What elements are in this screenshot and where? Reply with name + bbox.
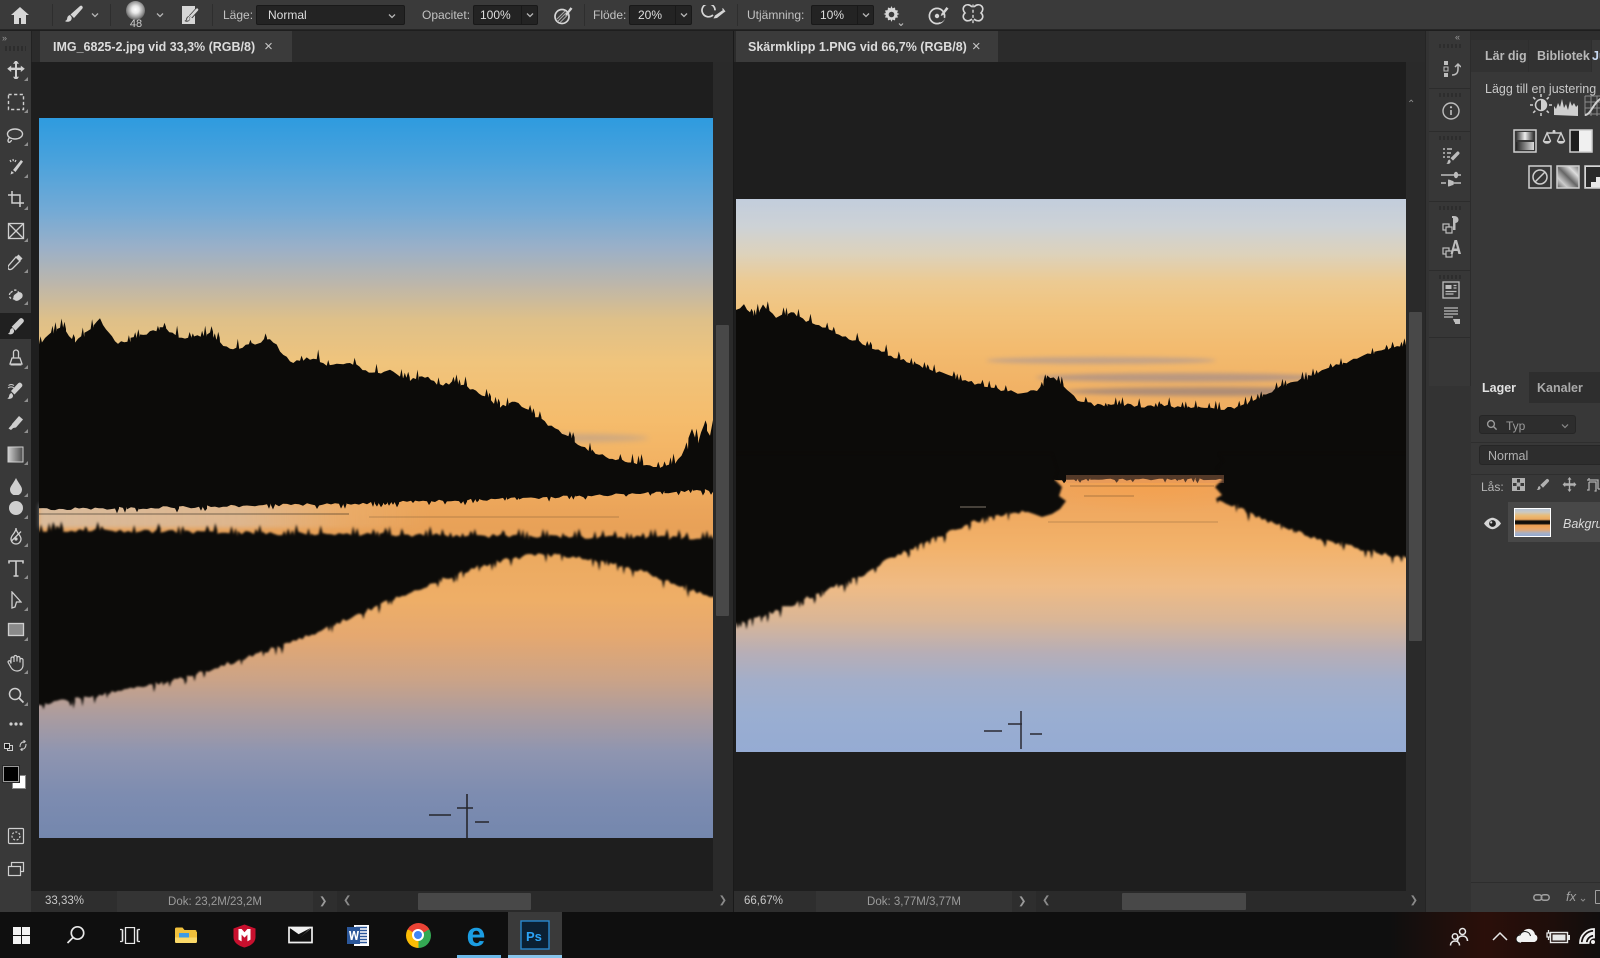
svg-text:Ps: Ps <box>526 929 542 944</box>
